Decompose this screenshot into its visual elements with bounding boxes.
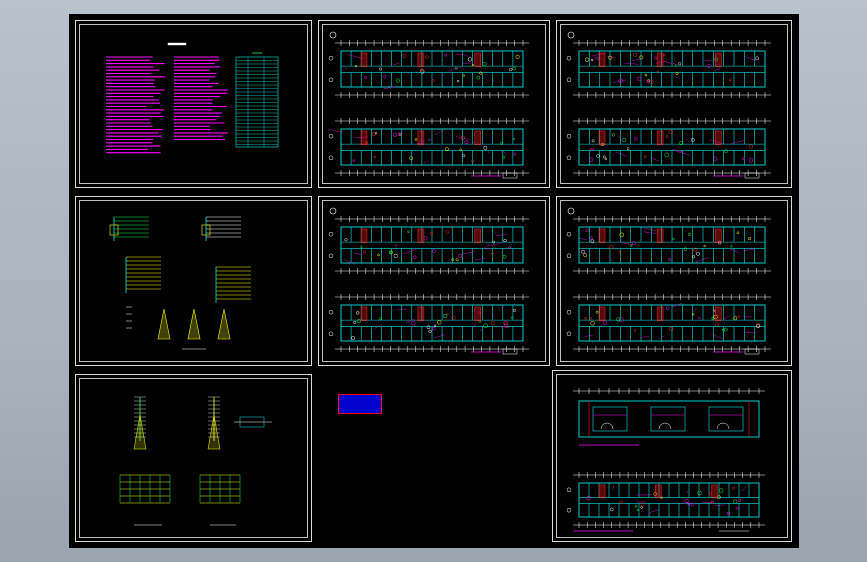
sheet-system-diagram-2[interactable] xyxy=(75,374,312,542)
sheet-floor-plan-2[interactable] xyxy=(556,20,792,188)
sheet-design-notes[interactable] xyxy=(75,20,312,188)
design-notes-drawing xyxy=(106,42,279,154)
floor-plan-2-drawing xyxy=(566,31,771,179)
floor-plan-4-drawing xyxy=(566,207,771,355)
system-diagram-2-drawing xyxy=(119,396,272,526)
system-diagram-1-drawing xyxy=(109,216,251,350)
title-stamp[interactable] xyxy=(338,394,382,414)
floor-plan-1-drawing xyxy=(328,31,529,179)
floor-plan-5-drawing xyxy=(566,388,765,532)
sheet-floor-plan-4[interactable] xyxy=(556,196,792,366)
sheet-floor-plan-5[interactable] xyxy=(552,370,792,542)
sheet-system-diagram-1[interactable] xyxy=(75,196,312,366)
sheet-floor-plan-3[interactable] xyxy=(318,196,550,366)
floor-plan-3-drawing xyxy=(328,207,529,355)
drawing-canvas[interactable] xyxy=(69,14,799,548)
sheet-floor-plan-1[interactable] xyxy=(318,20,550,188)
